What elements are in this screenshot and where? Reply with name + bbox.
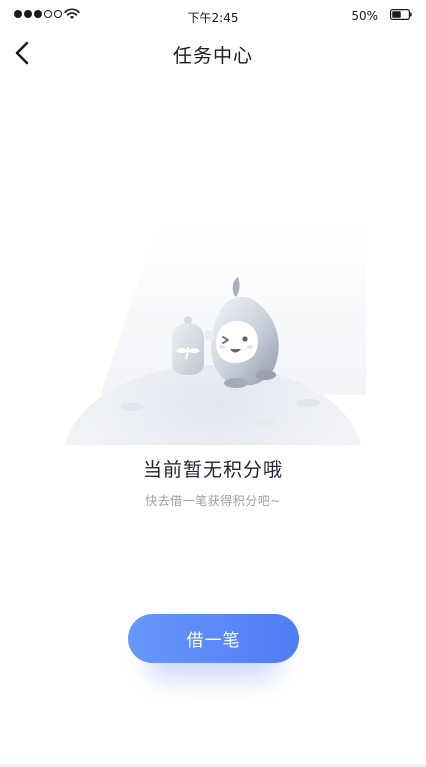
page-title: 任务中心 (172, 45, 253, 67)
task-center-screen: 下午2:45 50% 任务中心 当前暂无积分哦 快去借一笔获得积分吧~ 借一笔 (0, 0, 426, 767)
navigation-bar: 任务中心 (0, 30, 426, 76)
status-bar: 下午2:45 50% (0, 0, 426, 30)
battery-icon (390, 9, 412, 20)
borrow-button[interactable]: 借一笔 (128, 614, 299, 663)
battery-percent: 50% (351, 9, 378, 23)
empty-state-title: 当前暂无积分哦 (142, 459, 283, 481)
empty-state-subtitle: 快去借一笔获得积分吧~ (145, 494, 281, 508)
mascot-empty-illustration (64, 195, 366, 445)
